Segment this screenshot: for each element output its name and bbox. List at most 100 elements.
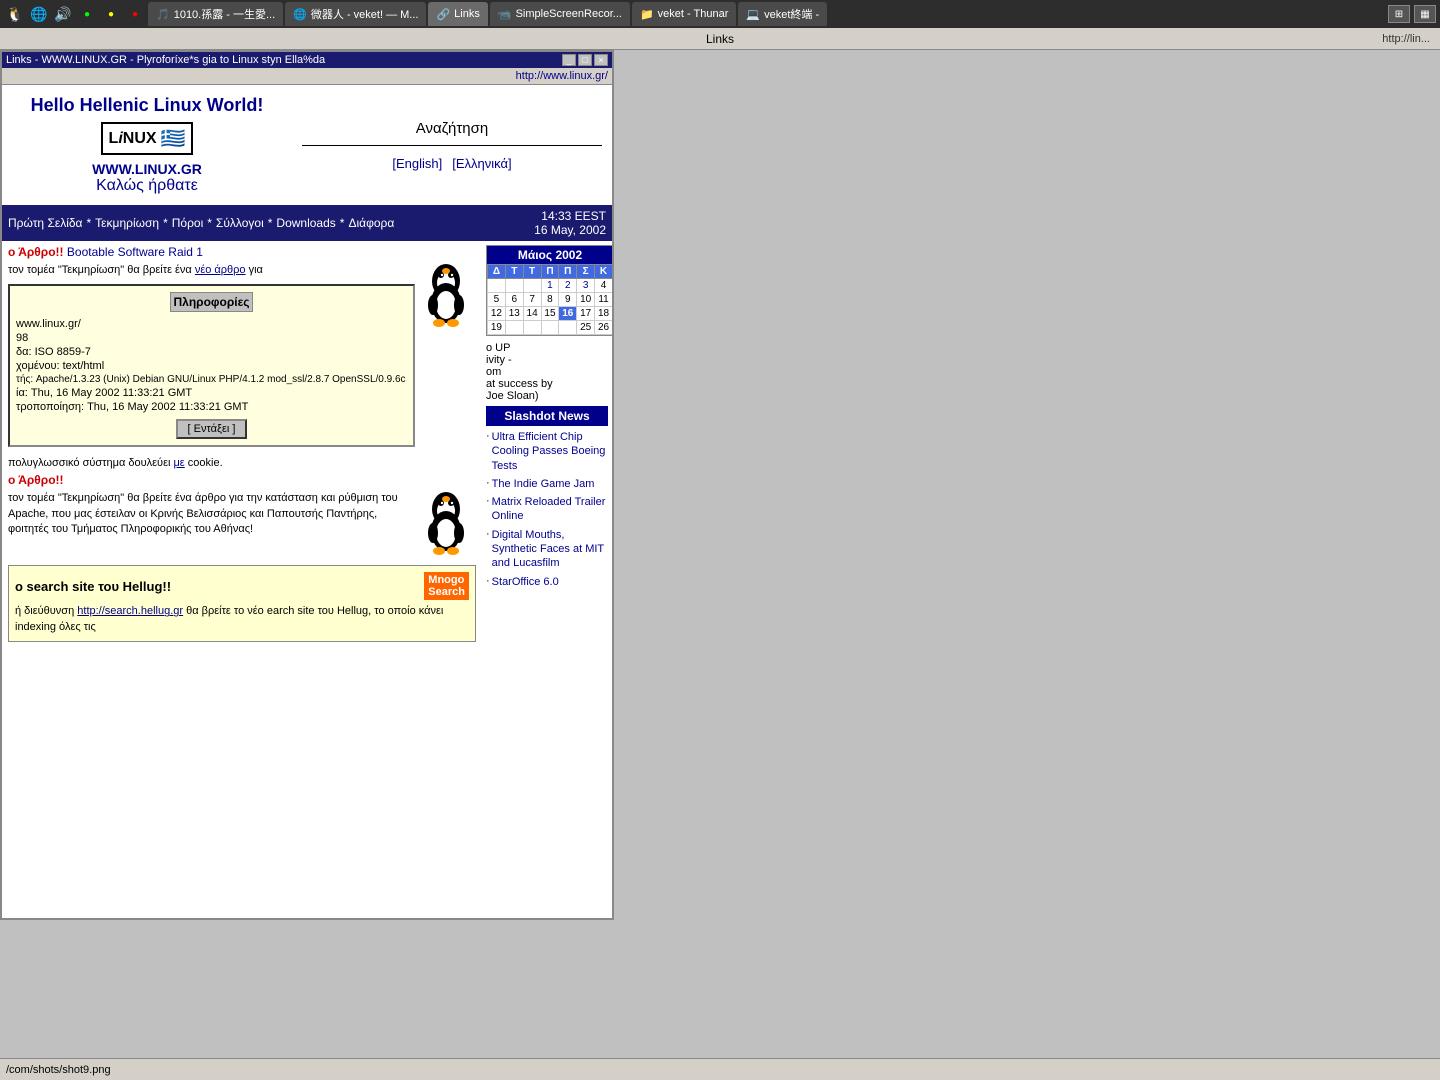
nav-resources[interactable]: Πόροι <box>172 216 204 230</box>
cal-day-12[interactable]: 12 <box>488 307 506 321</box>
nav-sep-3: * <box>207 216 212 230</box>
taskbar-right: ⊞ ▦ <box>1388 5 1436 23</box>
lang-links: [English] [Ελληνικά] <box>392 156 511 171</box>
cal-day-14[interactable]: 14 <box>523 307 541 321</box>
cal-day-19[interactable]: 19 <box>488 321 506 335</box>
tab-terminal-favicon: 💻 <box>746 8 760 21</box>
content-right: Μάιος 2002 Δ Τ Τ Π Π Σ Κ <box>482 241 612 646</box>
cal-week-3: 12 13 14 15 16 17 18 <box>488 307 613 321</box>
cal-day-11[interactable]: 11 <box>595 293 612 307</box>
cal-day-10[interactable]: 10 <box>577 293 595 307</box>
menubar: Links http://lin... <box>0 28 1440 50</box>
cal-day-13[interactable]: 13 <box>505 307 523 321</box>
cal-day-5[interactable]: 5 <box>488 293 506 307</box>
browser-titlebar: Links - WWW.LINUX.GR - Plyroforíxe*s gia… <box>2 52 612 68</box>
info-row-4: χομένου: text/html <box>16 360 407 372</box>
slashdot-link-5[interactable]: StarOffice 6.0 <box>492 575 559 589</box>
cookie-link[interactable]: με <box>173 457 184 469</box>
tab-browser1-label: 微器人 - veket! — M... <box>311 6 419 22</box>
taskbar-icon-6[interactable]: ● <box>124 3 146 25</box>
article1-text-area: τον τομέα "Τεκμηρίωση" θα βρείτε ένα νέο… <box>8 263 415 453</box>
article2-area: τον τομέα "Τεκμηρίωση" θα βρείτε ένα άρθ… <box>8 491 476 559</box>
cal-day-26[interactable]: 26 <box>595 321 612 335</box>
tab-terminal[interactable]: 💻 veket終端 - <box>738 2 827 26</box>
cal-day-16[interactable]: 16 <box>559 307 577 321</box>
cal-day-3[interactable]: 3 <box>577 279 595 293</box>
minimize-button[interactable]: _ <box>562 54 576 66</box>
nav-docs[interactable]: Τεκμηρίωση <box>95 216 159 230</box>
cal-th-s: Σ <box>577 265 595 279</box>
taskbar-icon-1[interactable]: 🐧 <box>4 3 26 25</box>
lang-english-link[interactable]: [English] <box>392 156 442 171</box>
cal-th-t2: Τ <box>523 265 541 279</box>
cal-day-2[interactable]: 2 <box>559 279 577 293</box>
info-row-5: τής: Apache/1.3.23 (Unix) Debian GNU/Lin… <box>16 374 407 385</box>
tab-links[interactable]: 🔗 Links <box>428 2 487 26</box>
site-logo-area: Hello Hellenic Linux World! LiNUX 🇬🇷 WWW… <box>2 85 292 205</box>
sys-btn-2[interactable]: ▦ <box>1414 5 1436 23</box>
nav-sep-4: * <box>268 216 273 230</box>
slashdot-link-2[interactable]: The Indie Game Jam <box>492 477 595 491</box>
cal-empty-w4-4 <box>541 321 559 335</box>
maximize-button[interactable]: □ <box>578 54 592 66</box>
nav-misc[interactable]: Διάφορα <box>348 216 394 230</box>
taskbar-icon-2[interactable]: 🌐 <box>28 3 50 25</box>
nav-sep-5: * <box>340 216 345 230</box>
cal-day-15[interactable]: 15 <box>541 307 559 321</box>
info-ok-button[interactable]: [ Εντάξει ] <box>176 419 248 439</box>
cal-day-6[interactable]: 6 <box>505 293 523 307</box>
taskbar-icon-5[interactable]: ● <box>100 3 122 25</box>
taskbar-icon-4[interactable]: ● <box>76 3 98 25</box>
cal-day-1[interactable]: 1 <box>541 279 559 293</box>
tux-penguin-1 <box>421 263 471 328</box>
cal-empty-3 <box>523 279 541 293</box>
bullet-3: · <box>486 495 490 524</box>
nav-home[interactable]: Πρώτη Σελίδα <box>8 216 83 230</box>
browser-title-text: Links - WWW.LINUX.GR - Plyroforíxe*s gia… <box>6 54 325 66</box>
sys-btn-1[interactable]: ⊞ <box>1388 5 1410 23</box>
lang-greek-link[interactable]: [Ελληνικά] <box>452 156 511 171</box>
search-area: Αναζήτηση [English] [Ελληνικά] <box>292 85 612 205</box>
search-divider <box>302 145 602 146</box>
slashdot-link-4[interactable]: Digital Mouths, Synthetic Faces at MIT a… <box>492 528 608 571</box>
slashdot-item-3: · Matrix Reloaded Trailer Online <box>486 495 608 524</box>
cal-day-8[interactable]: 8 <box>541 293 559 307</box>
close-button[interactable]: × <box>594 54 608 66</box>
calendar-table: Δ Τ Τ Π Π Σ Κ <box>487 264 612 335</box>
info-row-7: τροποποίηση: Thu, 16 May 2002 11:33:21 G… <box>16 401 407 413</box>
slashdot-link-3[interactable]: Matrix Reloaded Trailer Online <box>492 495 608 524</box>
content-left: ο Άρθρο!! Bootable Software Raid 1 τον τ… <box>2 241 482 646</box>
cal-day-7[interactable]: 7 <box>523 293 541 307</box>
info-popup-title: Πληροφορίες <box>170 292 252 312</box>
cal-day-25[interactable]: 25 <box>577 321 595 335</box>
cal-day-4[interactable]: 4 <box>595 279 612 293</box>
tab-music-label: 1010.孫露 - 一生愛... <box>174 6 275 22</box>
gray-background <box>616 50 1440 1080</box>
taskbar-icon-3[interactable]: 🔊 <box>52 3 74 25</box>
info-popup-header: Πληροφορίες <box>16 292 407 318</box>
browser-content[interactable]: Hello Hellenic Linux World! LiNUX 🇬🇷 WWW… <box>2 85 612 909</box>
cal-day-18[interactable]: 18 <box>595 307 612 321</box>
tab-links-favicon: 🔗 <box>436 8 450 21</box>
tab-music[interactable]: 🎵 1010.孫露 - 一生愛... <box>148 2 283 26</box>
article1-title: ο Άρθρο!! Bootable Software Raid 1 <box>8 245 476 259</box>
info-popup: Πληροφορίες www.linux.gr/ 98 δα: ISO 885… <box>8 284 415 447</box>
browser-url-text: http://www.linux.gr/ <box>516 70 608 82</box>
cal-day-9[interactable]: 9 <box>559 293 577 307</box>
nav-downloads[interactable]: Downloads <box>276 216 335 230</box>
article1-link[interactable]: νέο άρθρο <box>195 264 246 276</box>
tab-thunar[interactable]: 📁 veket - Thunar <box>632 2 736 26</box>
main-content: ο Άρθρο!! Bootable Software Raid 1 τον τ… <box>2 241 612 646</box>
search-site-link[interactable]: http://search.hellug.gr <box>77 605 183 617</box>
nav-date: 16 May, 2002 <box>534 223 606 237</box>
calendar: Μάιος 2002 Δ Τ Τ Π Π Σ Κ <box>486 245 612 336</box>
tab-recorder[interactable]: 📹 SimpleScreenRecor... <box>490 2 630 26</box>
info-btn-area: [ Εντάξει ] <box>16 415 407 439</box>
cal-day-17[interactable]: 17 <box>577 307 595 321</box>
cal-th-t1: Τ <box>505 265 523 279</box>
tab-browser1[interactable]: 🌐 微器人 - veket! — M... <box>285 2 426 26</box>
status-bar: /com/shots/shot9.png <box>0 1058 1440 1080</box>
slashdot-link-1[interactable]: Ultra Efficient Chip Cooling Passes Boei… <box>492 430 608 473</box>
article1-area: τον τομέα "Τεκμηρίωση" θα βρείτε ένα νέο… <box>8 263 476 453</box>
nav-groups[interactable]: Σύλλογοι <box>216 216 264 230</box>
